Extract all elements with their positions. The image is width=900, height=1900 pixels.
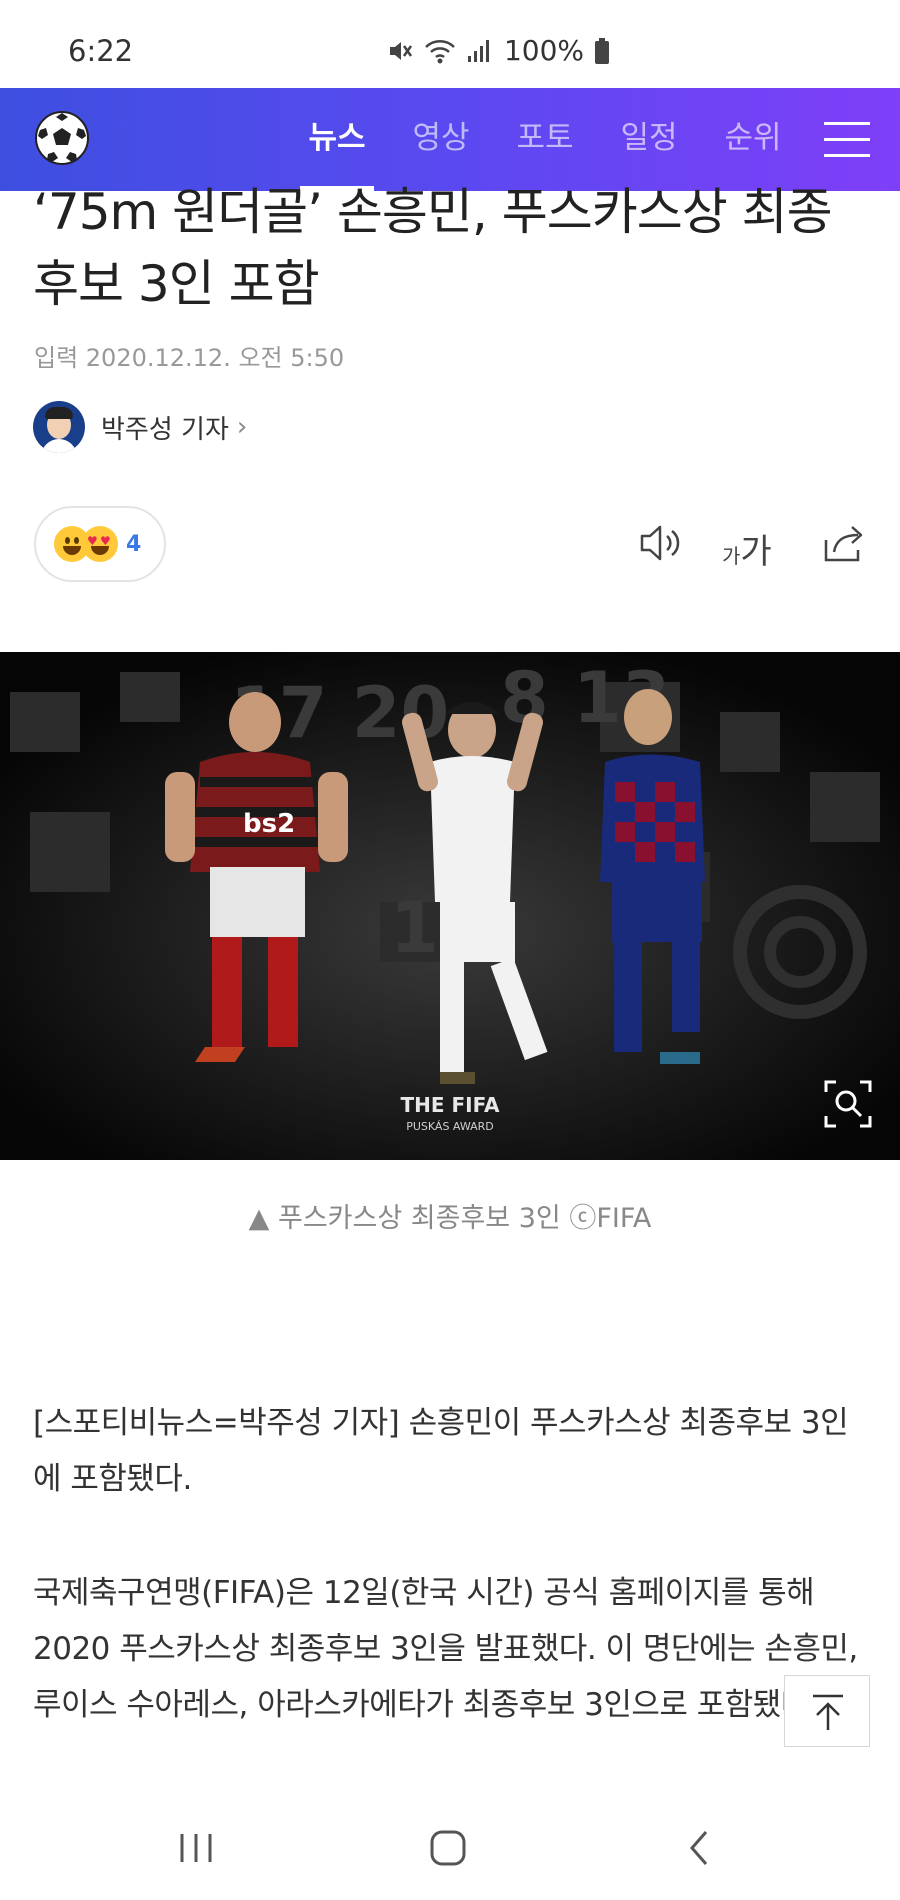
reporter-link[interactable]: 박주성 기자 › — [33, 401, 247, 453]
font-large-label: 가 — [740, 532, 772, 572]
speaker-icon[interactable] — [638, 522, 684, 568]
scroll-to-top-button[interactable] — [784, 1675, 870, 1747]
status-time: 6:22 — [68, 34, 134, 68]
svg-text:bs2: bs2 — [243, 809, 295, 839]
font-size-button[interactable]: 가가 — [722, 524, 772, 573]
status-bar: 6:22 100% — [0, 0, 900, 88]
award-logo-line2: PUSKÁS AWARD — [406, 1120, 494, 1133]
reaction-button[interactable]: ♥ ♥ 4 — [34, 506, 166, 582]
arrow-up-to-top-icon — [813, 1694, 843, 1730]
chevron-right-icon: › — [236, 412, 248, 442]
photo-caption: ▲ 푸스카스상 최종후보 3인 ⓒFIFA — [248, 1203, 652, 1234]
home-icon[interactable] — [428, 1828, 468, 1872]
signal-icon — [466, 38, 492, 64]
article-title-line2: 후보 3인 포함 — [33, 255, 320, 313]
system-nav-bar — [0, 1800, 900, 1900]
players-photo-illustration: 17 208 13 16 bs2 7 THE — [0, 652, 900, 1160]
heart-eyes-face-icon: ♥ ♥ — [82, 526, 118, 562]
mute-icon — [386, 37, 414, 65]
reporter-name: 박주성 기자 — [101, 414, 229, 445]
hamburger-menu-icon[interactable] — [824, 120, 870, 160]
award-logo-line1: THE FIFA — [401, 1093, 500, 1117]
avatar — [33, 401, 85, 453]
battery-text: 100% — [503, 34, 584, 67]
article-photo[interactable]: 17 208 13 16 bs2 7 THE — [0, 652, 900, 1160]
reaction-count: 4 — [126, 531, 142, 557]
article-date: 입력 2020.12.12. 오전 5:50 — [34, 344, 345, 372]
article-title-line1: ‘75m 원더골’ 손흥민, 푸스카스상 최종 — [33, 183, 833, 241]
soccer-ball-icon[interactable] — [34, 110, 90, 166]
battery-icon — [594, 37, 610, 65]
article-paragraph: 국제축구연맹(FIFA)은 12일(한국 시간) 공식 홈페이지를 통해 202… — [33, 1575, 858, 1723]
status-icons: 100% — [386, 34, 610, 67]
font-small-label: 가 — [722, 544, 741, 568]
recent-apps-icon[interactable] — [178, 1828, 214, 1872]
article-paragraph: [스포티비뉴스=박주성 기자] 손흥민이 푸스카스상 최종후보 3인에 포함됐다… — [33, 1405, 849, 1497]
back-icon[interactable] — [686, 1828, 714, 1872]
article-title: ‘75m 원더골’ 손흥민, 푸스카스상 최종 후보 3인 포함 — [33, 176, 853, 320]
zoom-search-icon[interactable] — [824, 1080, 872, 1128]
wifi-icon — [424, 37, 456, 65]
share-icon[interactable] — [822, 522, 866, 568]
